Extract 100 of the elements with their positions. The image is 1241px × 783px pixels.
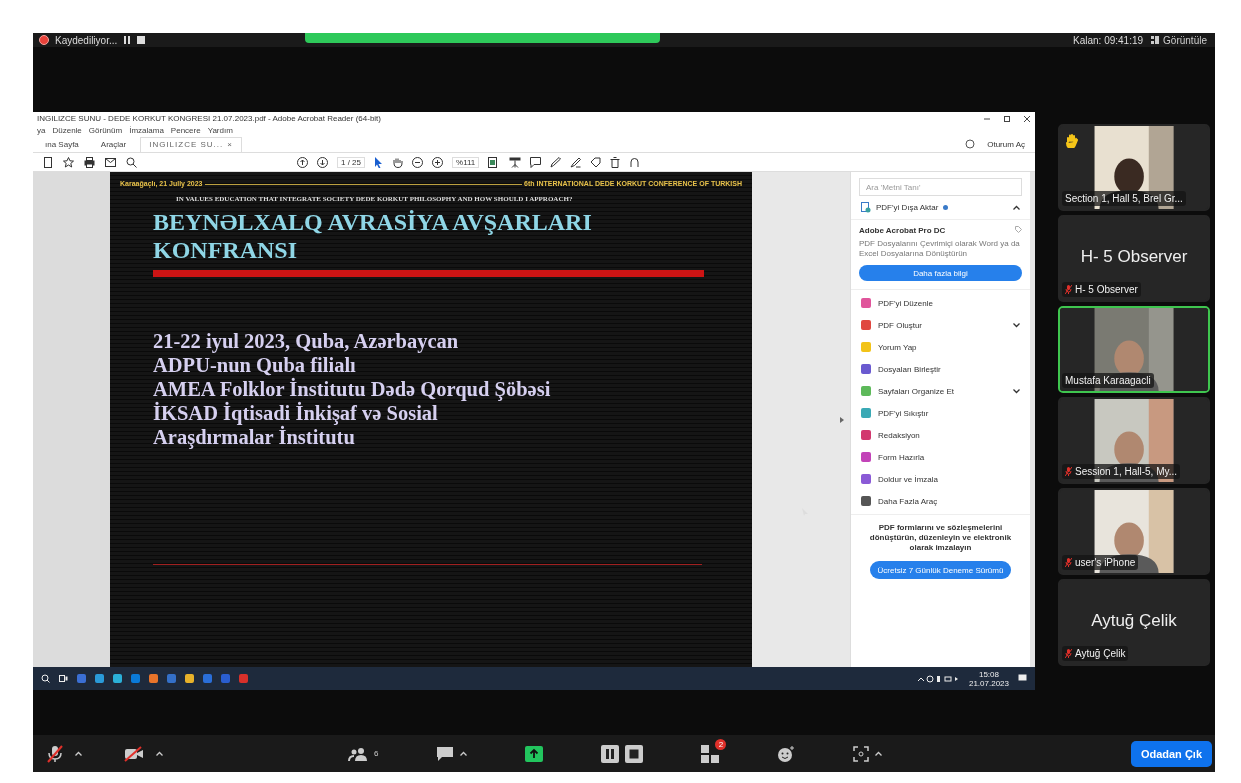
chevron-down-icon[interactable] bbox=[1013, 388, 1020, 394]
tab[interactable]: INGILIZCE SU... × bbox=[140, 136, 242, 152]
highlight-icon[interactable] bbox=[570, 156, 582, 168]
help-icon[interactable] bbox=[965, 139, 976, 149]
view-button[interactable]: Görüntüle bbox=[1149, 34, 1209, 46]
recording-status: Kaydediliyor... bbox=[55, 34, 118, 46]
slide-text: 21-22 iyul 2023, Quba, Azərbaycan bbox=[153, 329, 460, 353]
participant-name: Mustafa Karaagacli bbox=[1065, 375, 1151, 386]
apps-icon[interactable] bbox=[701, 744, 720, 763]
participant-tile[interactable]: Section 1, Hall 5, Brel Gr... bbox=[1058, 124, 1210, 211]
caret-icon[interactable] bbox=[460, 751, 468, 756]
participant-name: Section 1, Hall 5, Brel Gr... bbox=[1065, 193, 1183, 204]
sign-in-button[interactable]: Oturum Aç bbox=[981, 138, 1031, 150]
page-icon[interactable] bbox=[43, 156, 53, 168]
grid-icon bbox=[1151, 36, 1160, 44]
zoom-out-icon[interactable] bbox=[412, 156, 423, 168]
tool-item[interactable]: Doldur ve İmzala bbox=[878, 474, 939, 484]
promo-title: Adobe Acrobat Pro DC bbox=[859, 226, 946, 235]
caret-icon[interactable] bbox=[75, 751, 82, 756]
tab[interactable]: Araçlar bbox=[92, 136, 135, 152]
close-icon[interactable] bbox=[1023, 114, 1031, 123]
tool-item[interactable]: PDF'yi Sıkıştır bbox=[878, 408, 929, 418]
participant-tile[interactable]: Session 1, Hall-5, My... bbox=[1058, 397, 1210, 484]
export-pdf-label[interactable]: PDF'yi Dışa Aktar bbox=[876, 203, 939, 212]
chevron-down-icon[interactable] bbox=[1013, 322, 1020, 328]
stop-icon[interactable] bbox=[625, 744, 644, 763]
participant-tile[interactable]: user's iPhone bbox=[1058, 488, 1210, 575]
menu-item[interactable]: Görünüm bbox=[88, 126, 123, 135]
zoom-field[interactable]: %111 bbox=[452, 156, 480, 168]
window-title: INGILIZCE SUNU - DEDE KORKUT KONGRESI 21.07.2023.pdf - Adobe Acrobat Reader (64-bit) bbox=[37, 114, 381, 123]
previous-page-icon[interactable] bbox=[297, 156, 308, 168]
participant-tile[interactable]: Aytuğ Çelik Aytuğ Çelik bbox=[1058, 579, 1210, 666]
tool-item[interactable]: Sayfaları Organize Et bbox=[878, 386, 955, 396]
presentation-icon[interactable] bbox=[509, 156, 522, 168]
star-icon[interactable] bbox=[63, 156, 74, 168]
slide-text: ADPU-nun Quba filialı bbox=[153, 353, 357, 377]
participant-tile[interactable]: Mustafa Karaagacli bbox=[1058, 306, 1210, 393]
search-icon[interactable] bbox=[126, 156, 137, 168]
participants-icon[interactable] bbox=[348, 746, 368, 761]
menu-item[interactable]: Pencere bbox=[170, 126, 201, 135]
tab[interactable]: ına Sayfa bbox=[37, 136, 87, 152]
task-view-icon[interactable] bbox=[59, 674, 68, 683]
pause-icon[interactable] bbox=[601, 744, 620, 763]
cursor-icon[interactable] bbox=[374, 156, 383, 168]
slide-text: AMEA Folklor İnstitutu Dədə Qorqud Şöbəsi bbox=[153, 377, 552, 401]
recording-icon bbox=[39, 35, 49, 45]
next-page-icon[interactable] bbox=[317, 156, 328, 168]
menu-item[interactable]: ya bbox=[37, 126, 46, 135]
zoom-in-icon[interactable] bbox=[432, 156, 443, 168]
comment-icon[interactable] bbox=[530, 156, 542, 168]
participant-name: H- 5 Observer bbox=[1075, 284, 1138, 295]
notification-icon[interactable] bbox=[1018, 674, 1027, 683]
trash-icon[interactable] bbox=[610, 156, 621, 168]
system-tray-icons[interactable] bbox=[917, 674, 960, 683]
export-pdf-icon bbox=[861, 202, 871, 213]
menu-item[interactable]: İmzalama bbox=[129, 126, 164, 135]
slide-text: İKSAD İqtisadi İnkişaf və Sosial bbox=[153, 401, 439, 425]
tool-item[interactable]: Daha Fazla Araç bbox=[878, 496, 938, 506]
page-number-field[interactable]: 1 / 25 bbox=[337, 156, 365, 168]
tool-item[interactable]: Dosyaları Birleştir bbox=[878, 364, 941, 374]
chat-icon[interactable] bbox=[436, 745, 455, 762]
more-apps-icon[interactable] bbox=[853, 745, 870, 762]
remaining-time: Kalan: 09:41:19 bbox=[1073, 34, 1144, 46]
print-icon[interactable] bbox=[84, 156, 95, 168]
participant-count: 6 bbox=[374, 749, 379, 758]
expand-arrow-icon[interactable] bbox=[840, 416, 844, 423]
notification-badge: 2 bbox=[715, 738, 727, 750]
taskbar-time: 15:08 bbox=[978, 669, 999, 679]
leave-room-button[interactable]: Odadan Çık bbox=[1130, 740, 1212, 767]
mail-icon[interactable] bbox=[105, 157, 116, 167]
promo-text: PDF Dosyalarını Çevrimiçi olarak Word ya da Excel Dosyalarına Dönüştürün bbox=[859, 239, 1021, 259]
participant-name: Session 1, Hall-5, My... bbox=[1075, 466, 1178, 477]
tool-item[interactable]: PDF Oluştur bbox=[878, 320, 922, 330]
tool-item[interactable]: Form Hazırla bbox=[878, 452, 925, 462]
stamp-icon[interactable] bbox=[590, 156, 602, 168]
stop-icon[interactable] bbox=[137, 36, 146, 44]
share-screen-icon[interactable] bbox=[525, 745, 544, 762]
tool-item[interactable]: Redaksiyon bbox=[878, 430, 920, 440]
tool-item[interactable]: PDF'yi Düzenle bbox=[878, 298, 933, 308]
reactions-icon[interactable] bbox=[777, 744, 796, 763]
maximize-icon[interactable] bbox=[1003, 114, 1011, 123]
more-info-button[interactable]: Daha fazla bilgi bbox=[859, 265, 1022, 281]
participant-tile[interactable]: H- 5 Observer H- 5 Observer bbox=[1058, 215, 1210, 302]
video-off-icon[interactable] bbox=[124, 745, 144, 762]
participant-name: Aytuğ Çelik bbox=[1075, 648, 1126, 659]
collapse-icon[interactable] bbox=[1013, 205, 1020, 210]
slide-title: KONFRANSI bbox=[153, 236, 298, 264]
search-icon[interactable] bbox=[41, 674, 50, 683]
free-trial-button[interactable]: Ücretsiz 7 Günlük Deneme Sürümü bbox=[869, 561, 1012, 579]
pen-icon[interactable] bbox=[550, 156, 562, 168]
slide-title: BEYNƏLXALQ AVRASİYA AVŞARLARI bbox=[153, 208, 593, 236]
menu-item[interactable]: Yardım bbox=[207, 126, 233, 135]
pause-icon[interactable] bbox=[123, 36, 132, 44]
caret-icon[interactable] bbox=[875, 751, 883, 756]
tool-item[interactable]: Yorum Yap bbox=[878, 342, 917, 352]
tag-icon bbox=[1015, 226, 1022, 233]
microphone-muted-icon[interactable] bbox=[47, 744, 63, 763]
participant-name: user's iPhone bbox=[1075, 557, 1136, 568]
menu-item[interactable]: Düzenle bbox=[52, 126, 82, 135]
caret-icon[interactable] bbox=[156, 751, 163, 756]
